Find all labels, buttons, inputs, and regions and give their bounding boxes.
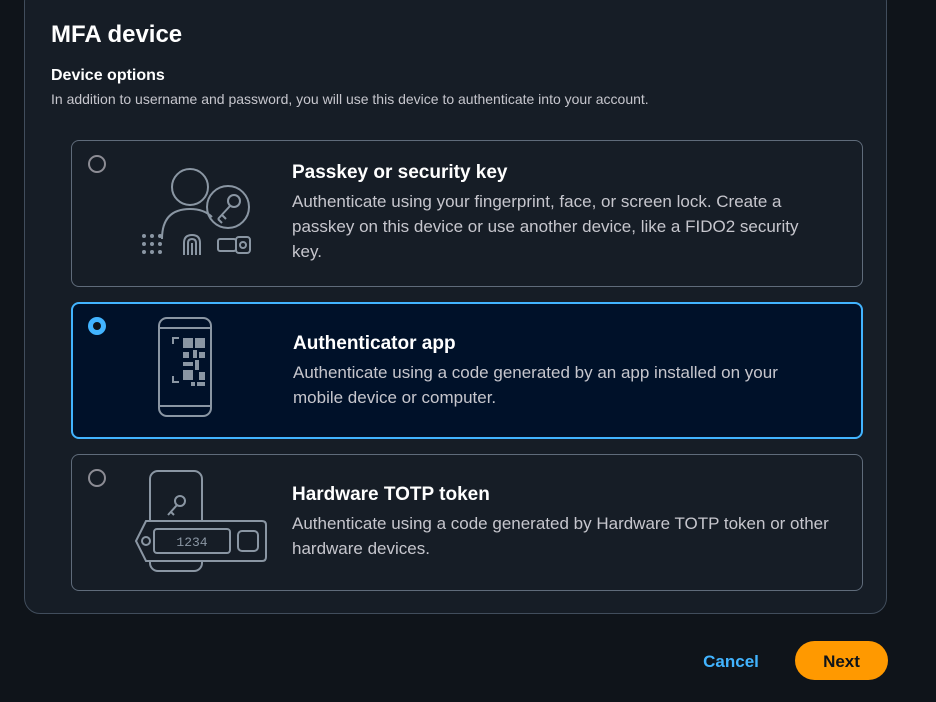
authenticator-app-title: Authenticator app [293,333,456,354]
hardware-token-illustration-icon: 1234 [134,470,267,572]
mfa-device-panel: MFA device Device options In addition to… [24,0,887,614]
passkey-description: Authenticate using your fingerprint, fac… [292,192,799,261]
passkey-radio[interactable] [88,155,106,173]
option-authenticator-app[interactable]: Authenticator app Authenticate using a c… [71,302,863,439]
device-options-description: In addition to username and password, yo… [51,91,649,107]
passkey-title: Passkey or security key [292,162,508,183]
panel-title: MFA device [51,21,183,48]
next-button[interactable]: Next [795,641,888,680]
hardware-totp-description: Authenticate using a code generated by H… [292,514,829,558]
passkey-text: Passkey or security key Authenticate usi… [292,161,832,264]
authenticator-app-text: Authenticator app Authenticate using a c… [293,332,831,410]
option-passkey[interactable]: Passkey or security key Authenticate usi… [71,140,863,287]
authenticator-app-radio[interactable] [88,317,106,335]
token-display-text: 1234 [176,535,207,550]
hardware-totp-radio[interactable] [88,469,106,487]
cancel-button[interactable]: Cancel [690,642,772,680]
hardware-totp-text: Hardware TOTP token Authenticate using a… [292,483,832,561]
passkey-illustration-icon [142,168,251,255]
device-options-label: Device options [51,67,165,84]
authenticator-app-illustration-icon [158,317,212,417]
hardware-totp-title: Hardware TOTP token [292,484,490,505]
authenticator-app-description: Authenticate using a code generated by a… [293,363,778,407]
option-hardware-totp-token[interactable]: 1234 Hardware TOTP token Authenticate us… [71,454,863,591]
